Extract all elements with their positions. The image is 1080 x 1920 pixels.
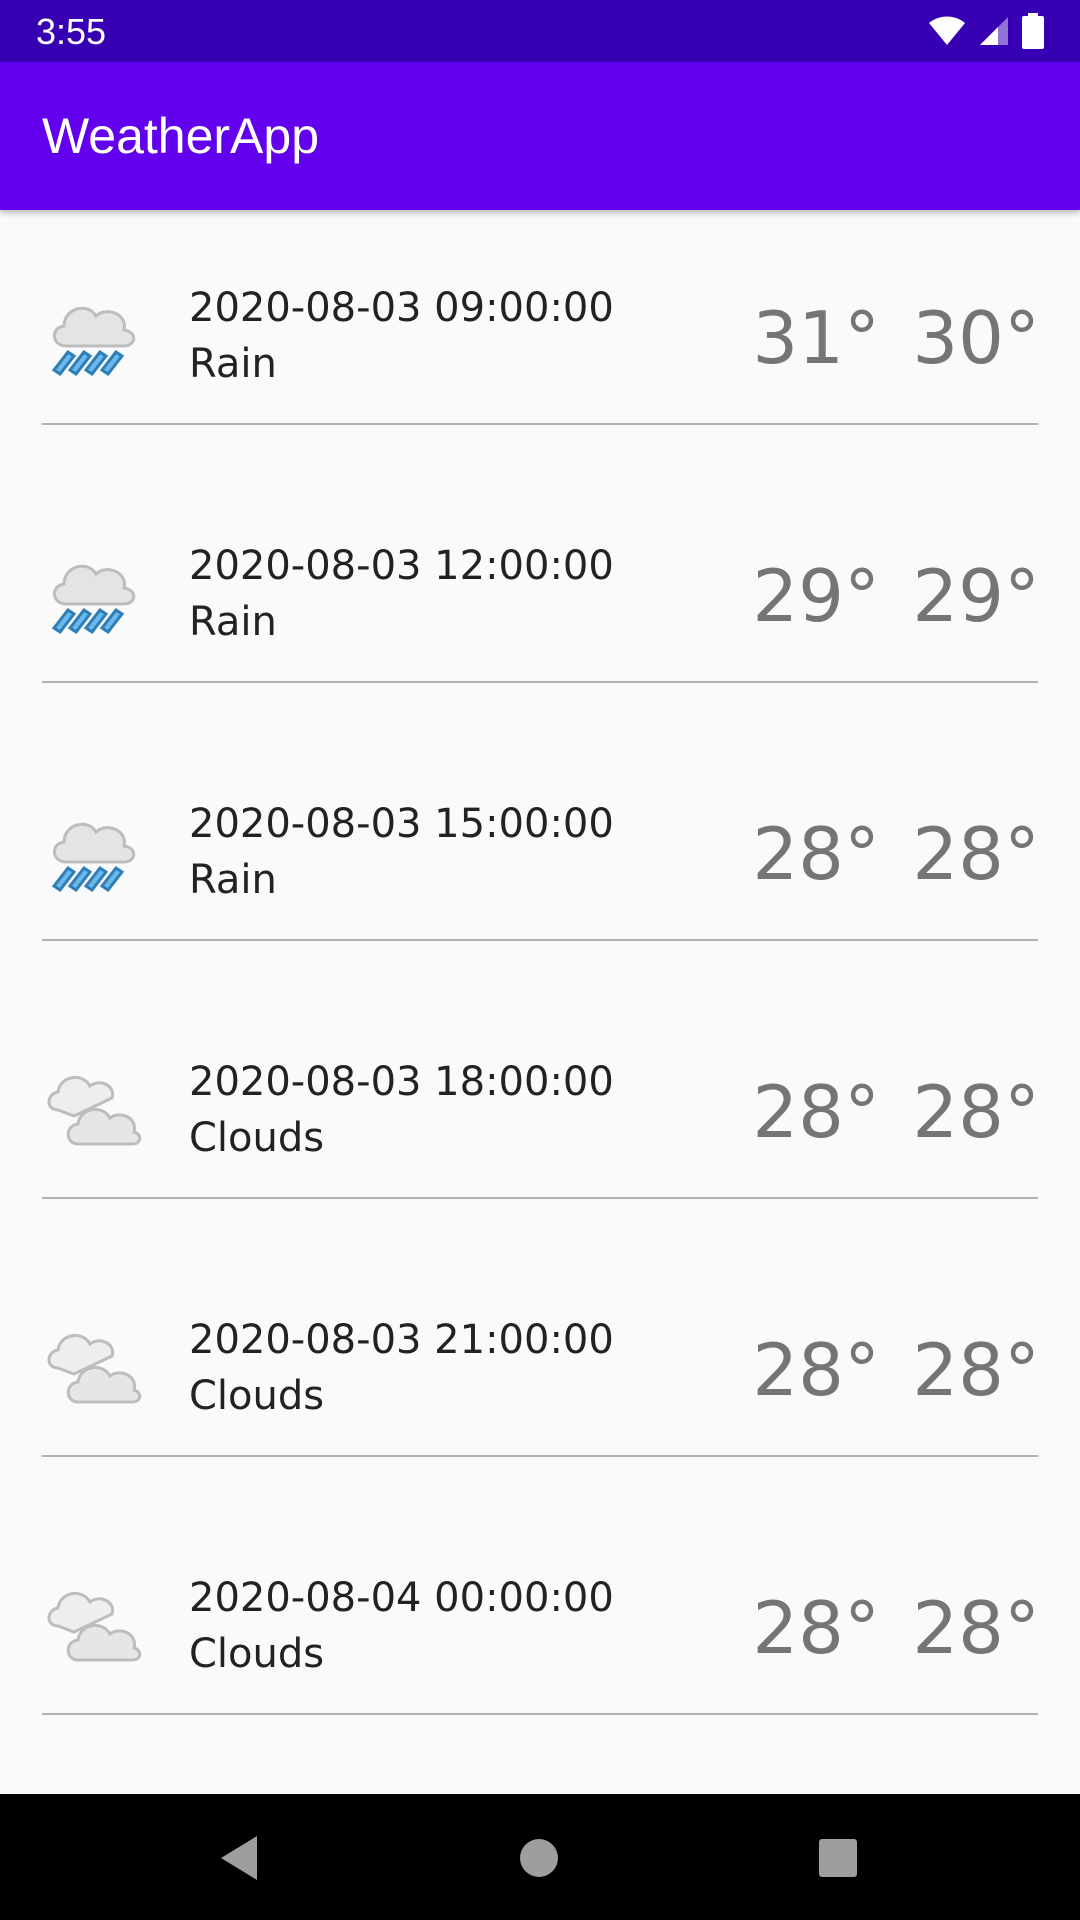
- forecast-row[interactable]: 2020-08-04 00:00:00 Clouds 28° 28°: [0, 1500, 1080, 1758]
- status-time: 3:55: [36, 11, 107, 52]
- forecast-row[interactable]: 2020-08-03 18:00:00 Clouds 28° 28°: [0, 984, 1080, 1242]
- forecast-temp-low: 28°: [912, 1328, 1040, 1412]
- clouds-icon: [47, 1334, 142, 1404]
- rain-cloud-icon: [51, 822, 136, 893]
- forecast-datetime: 2020-08-03 18:00:00: [189, 1059, 614, 1105]
- forecast-row[interactable]: 2020-08-03 21:00:00 Clouds 28° 28°: [0, 1242, 1080, 1500]
- forecast-row[interactable]: 2020-08-03 09:00:00 Rain 31° 30°: [0, 210, 1080, 468]
- status-icons: [928, 12, 1044, 50]
- forecast-datetime: 2020-08-03 12:00:00: [189, 543, 614, 589]
- row-divider: [42, 681, 1038, 683]
- cellular-signal-icon: [980, 17, 1008, 45]
- forecast-temp-high: 29°: [752, 554, 880, 638]
- forecast-datetime: 2020-08-03 21:00:00: [189, 1317, 614, 1363]
- forecast-temp-high: 31°: [752, 296, 880, 380]
- forecast-temp-low: 28°: [912, 812, 1040, 896]
- app-bar: WeatherApp: [0, 62, 1080, 210]
- forecast-row[interactable]: 2020-08-03 12:00:00 Rain 29° 29°: [0, 468, 1080, 726]
- forecast-description: Clouds: [189, 1631, 325, 1677]
- forecast-temp-low: 28°: [912, 1070, 1040, 1154]
- forecast-description: Clouds: [189, 1115, 325, 1161]
- recents-icon: [819, 1839, 857, 1877]
- forecast-temp-high: 28°: [752, 1070, 880, 1154]
- rain-cloud-icon: [51, 306, 136, 377]
- row-divider: [42, 939, 1038, 941]
- forecast-description: Rain: [189, 857, 277, 903]
- clouds-icon: [47, 1592, 142, 1662]
- row-divider: [42, 1713, 1038, 1715]
- forecast-temp-low: 29°: [912, 554, 1040, 638]
- home-button[interactable]: [509, 1828, 569, 1888]
- forecast-row[interactable]: 2020-08-03 15:00:00 Rain 28° 28°: [0, 726, 1080, 984]
- navigation-bar: [0, 1794, 1080, 1920]
- row-divider: [42, 1455, 1038, 1457]
- forecast-temp-high: 28°: [752, 1328, 880, 1412]
- back-icon: [221, 1836, 257, 1880]
- rain-cloud-icon: [51, 564, 136, 635]
- forecast-description: Rain: [189, 599, 277, 645]
- forecast-datetime: 2020-08-04 00:00:00: [189, 1575, 614, 1621]
- forecast-datetime: 2020-08-03 15:00:00: [189, 801, 614, 847]
- row-divider: [42, 1197, 1038, 1199]
- recents-button[interactable]: [808, 1828, 868, 1888]
- status-bar: 3:55: [0, 0, 1080, 62]
- row-divider: [42, 423, 1038, 425]
- forecast-temp-high: 28°: [752, 1586, 880, 1670]
- forecast-temp-low: 30°: [912, 296, 1040, 380]
- forecast-list[interactable]: 2020-08-03 09:00:00 Rain 31° 30° 2020-08…: [0, 210, 1080, 1794]
- home-icon: [520, 1839, 558, 1877]
- app-title: WeatherApp: [42, 108, 320, 164]
- clouds-icon: [47, 1076, 142, 1146]
- forecast-datetime: 2020-08-03 09:00:00: [189, 285, 614, 331]
- battery-icon: [1022, 13, 1044, 49]
- wifi-icon: [929, 16, 965, 45]
- forecast-description: Clouds: [189, 1373, 325, 1419]
- forecast-temp-high: 28°: [752, 812, 880, 896]
- forecast-temp-low: 28°: [912, 1586, 1040, 1670]
- forecast-description: Rain: [189, 341, 277, 387]
- back-button[interactable]: [209, 1828, 269, 1888]
